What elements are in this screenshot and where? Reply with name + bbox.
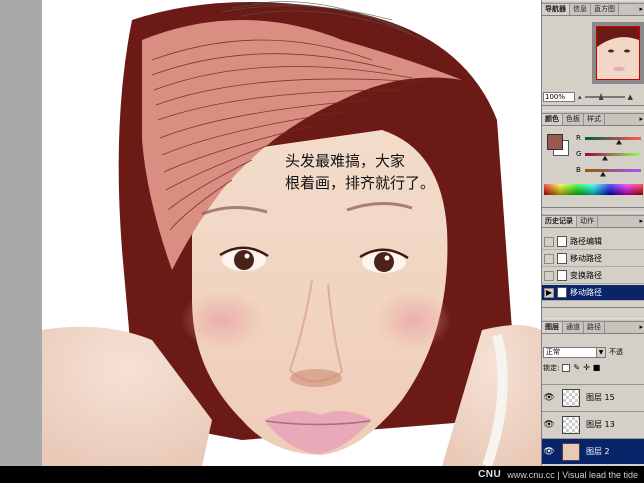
- caption-line-2: 根着画，排齐就行了。: [285, 174, 436, 192]
- layer-name: 图层 13: [586, 420, 615, 429]
- tab-color[interactable]: 颜色: [542, 114, 563, 125]
- channel-b-knob[interactable]: [600, 171, 606, 177]
- color-palette: 颜色 色板 样式 ▸ R G B: [542, 110, 644, 208]
- tab-histogram[interactable]: 直方图: [591, 4, 619, 15]
- blend-controls: 正常 ▼ 不透: [543, 346, 644, 358]
- history-step-icon: [557, 270, 567, 281]
- channel-r: R: [576, 132, 644, 145]
- history-tabs: 历史记录 动作 ▸: [542, 216, 644, 228]
- history-snapshot-box[interactable]: [544, 253, 554, 264]
- channel-r-knob[interactable]: [616, 139, 622, 145]
- opacity-label: 不透: [609, 348, 623, 356]
- blend-mode-select[interactable]: 正常 ▼: [543, 346, 606, 358]
- watermark: CNU www.cnu.cc | Visual lead the tide: [478, 466, 638, 483]
- eye-icon[interactable]: 👁: [542, 393, 556, 403]
- tab-paths[interactable]: 路径: [584, 322, 605, 333]
- navigator-thumbnail: [597, 27, 639, 79]
- zoom-out-icon[interactable]: ▴: [578, 93, 582, 101]
- zoom-slider[interactable]: [584, 93, 625, 100]
- layer-name: 图层 15: [586, 393, 615, 402]
- palette-menu-icon[interactable]: ▸: [637, 216, 644, 227]
- channel-b-label: B: [576, 166, 581, 174]
- history-item-selected[interactable]: ▶ 移动路径: [542, 285, 644, 301]
- caption-line-1: 头发最难搞，大家: [285, 152, 406, 170]
- tab-layers[interactable]: 图层: [542, 322, 563, 333]
- tab-styles[interactable]: 样式: [584, 114, 605, 125]
- history-step-icon: [557, 253, 567, 264]
- tab-actions[interactable]: 动作: [577, 216, 598, 227]
- history-item-label: 移动路径: [570, 288, 602, 297]
- history-item[interactable]: 移动路径: [542, 251, 644, 267]
- zoom-input[interactable]: 100%: [543, 92, 575, 102]
- eye-icon[interactable]: 👁: [542, 420, 556, 430]
- caption-text: 头发最难搞，大家 根着画，排齐就行了。: [285, 150, 435, 194]
- history-palette: 历史记录 动作 ▸ 路径编辑 移动路径 变换路径 ▶ 移动路径: [542, 212, 644, 308]
- color-tabs: 颜色 色板 样式 ▸: [542, 114, 644, 126]
- channel-g: G: [576, 148, 644, 161]
- zoom-in-icon[interactable]: ▲: [628, 93, 633, 101]
- canvas-area: 头发最难搞，大家 根着画，排齐就行了。: [0, 0, 541, 466]
- history-item-label: 路径编辑: [570, 237, 602, 246]
- layers-palette: 图层 通道 路径 ▸ 正常 ▼ 不透 锁定: ✎ ✛ ■ 👁 图层 15 👁 图…: [542, 318, 644, 466]
- palette-menu-icon[interactable]: ▸: [637, 114, 644, 125]
- watermark-bar: CNU www.cnu.cc | Visual lead the tide: [0, 466, 644, 483]
- eye-icon[interactable]: 👁: [542, 447, 556, 457]
- history-snapshot-box[interactable]: [544, 270, 554, 281]
- history-snapshot-box[interactable]: [544, 236, 554, 247]
- tab-swatches[interactable]: 色板: [563, 114, 584, 125]
- photoshop-window: 头发最难搞，大家 根着画，排齐就行了。 导航器 信息 直方图 ▸ 100% ▴ …: [0, 0, 644, 483]
- navigator-tabs: 导航器 信息 直方图 ▸: [542, 4, 644, 16]
- channel-g-knob[interactable]: [602, 155, 608, 161]
- zoom-controls: 100% ▴ ▲: [543, 91, 643, 103]
- channel-r-slider[interactable]: [585, 136, 641, 145]
- channel-b: B: [576, 164, 644, 177]
- lock-brush-icon[interactable]: ✎: [573, 364, 580, 372]
- lock-controls: 锁定: ✎ ✛ ■: [543, 362, 644, 374]
- history-step-icon: [557, 236, 567, 247]
- history-item[interactable]: 变换路径: [542, 268, 644, 284]
- navigator-palette: 导航器 信息 直方图 ▸ 100% ▴ ▲: [542, 0, 644, 106]
- cheek-right: [376, 290, 452, 350]
- layer-thumbnail: [562, 388, 580, 407]
- lock-move-icon[interactable]: ✛: [583, 364, 590, 372]
- channel-r-label: R: [576, 134, 581, 142]
- layer-name: 图层 2: [586, 447, 610, 456]
- lock-transparency-icon[interactable]: [562, 364, 571, 372]
- cheek-left: [180, 290, 264, 350]
- lock-all-icon[interactable]: ■: [593, 364, 601, 372]
- lock-label: 锁定:: [543, 364, 560, 372]
- history-state-marker-icon[interactable]: ▶: [544, 287, 554, 298]
- navigator-view-box[interactable]: [596, 26, 640, 80]
- tab-navigator[interactable]: 导航器: [542, 4, 570, 15]
- layer-row-selected[interactable]: 👁 图层 2: [542, 438, 644, 464]
- blend-mode-value: 正常: [546, 347, 560, 356]
- navigator-preview[interactable]: [592, 22, 644, 84]
- layer-row[interactable]: 👁 图层 15: [542, 384, 644, 410]
- history-item-label: 移动路径: [570, 254, 602, 263]
- layer-thumbnail: [562, 442, 580, 461]
- palette-menu-icon[interactable]: ▸: [637, 322, 644, 333]
- tab-channels[interactable]: 通道: [563, 322, 584, 333]
- history-item-label: 变换路径: [570, 271, 602, 280]
- layer-thumbnail: [562, 415, 580, 434]
- foreground-color-swatch[interactable]: [547, 134, 563, 150]
- tab-history[interactable]: 历史记录: [542, 216, 577, 227]
- history-item[interactable]: 路径编辑: [542, 234, 644, 250]
- channel-g-label: G: [576, 150, 582, 158]
- layer-row[interactable]: 👁 图层 13: [542, 411, 644, 437]
- palette-dock: 导航器 信息 直方图 ▸ 100% ▴ ▲ 颜色 色板 样式 ▸ R G B 历…: [541, 0, 644, 466]
- channel-g-slider[interactable]: [585, 152, 641, 161]
- history-step-icon: [557, 287, 567, 298]
- layers-tabs: 图层 通道 路径 ▸: [542, 322, 644, 334]
- tab-info[interactable]: 信息: [570, 4, 591, 15]
- chevron-down-icon[interactable]: ▼: [596, 347, 605, 357]
- portrait-artwork: [42, 1, 541, 466]
- zoom-slider-knob[interactable]: [598, 93, 604, 100]
- color-spectrum-bar[interactable]: [544, 184, 643, 195]
- palette-menu-icon[interactable]: ▸: [637, 4, 644, 15]
- document-canvas[interactable]: 头发最难搞，大家 根着画，排齐就行了。: [42, 0, 541, 466]
- brand-tagline: www.cnu.cc | Visual lead the tide: [507, 469, 638, 480]
- brand-logo: CNU: [478, 469, 502, 480]
- channel-b-slider[interactable]: [585, 168, 641, 177]
